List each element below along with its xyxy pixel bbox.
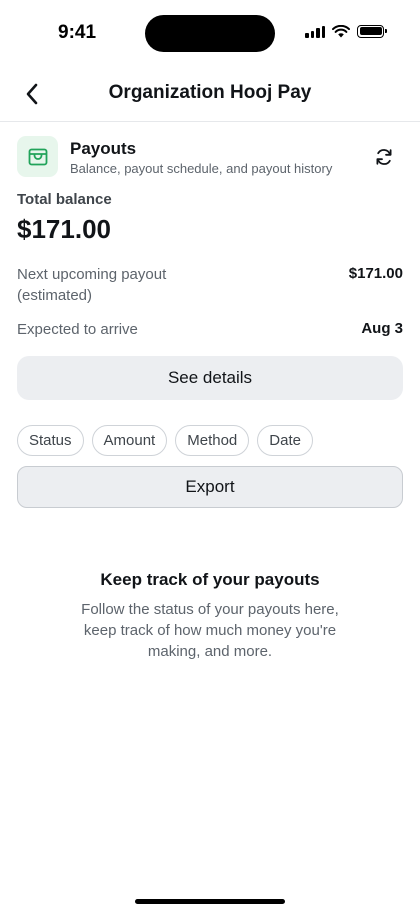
wifi-icon (332, 24, 350, 37)
page-title: Organization Hooj Pay (108, 82, 312, 103)
see-details-button[interactable]: See details (17, 356, 403, 400)
next-payout-value: $171.00 (348, 265, 403, 282)
expected-arrival-value: Aug 3 (361, 320, 403, 337)
dynamic-island (145, 15, 275, 52)
payouts-subtitle: Balance, payout schedule, and payout his… (70, 161, 333, 176)
total-balance-label: Total balance (17, 191, 112, 208)
battery-icon (357, 24, 387, 38)
empty-state-title: Keep track of your payouts (100, 570, 320, 589)
expected-arrival-label: Expected to arrive (17, 321, 138, 338)
cellular-signal-icon (305, 24, 325, 38)
filter-chip-method[interactable]: Method (175, 425, 250, 456)
payouts-title: Payouts (70, 139, 137, 158)
filter-chip-date[interactable]: Date (257, 425, 313, 456)
next-payout-label-line2: (estimated) (17, 287, 93, 304)
total-balance-value: $171.00 (17, 214, 111, 244)
refresh-button[interactable] (371, 144, 397, 170)
payouts-header: Payouts Balance, payout schedule, and pa… (17, 136, 403, 178)
status-bar: 9:41 (0, 0, 420, 66)
payouts-icon-tile (17, 136, 58, 177)
next-payout-label: Next upcoming payout (estimated) (17, 264, 166, 306)
home-indicator[interactable] (135, 899, 285, 904)
status-time: 9:41 (58, 22, 97, 43)
next-payout-label-line1: Next upcoming payout (17, 266, 167, 283)
nav-bar: Organization Hooj Pay (0, 66, 420, 122)
export-button[interactable]: Export (17, 466, 403, 508)
filter-chips: Status Amount Method Date (17, 425, 313, 456)
filter-chip-amount[interactable]: Amount (91, 425, 168, 456)
wallet-icon (28, 148, 47, 165)
refresh-icon (376, 149, 392, 165)
filter-chip-status[interactable]: Status (17, 425, 84, 456)
empty-state-body: Follow the status of your payouts here, … (81, 601, 339, 660)
status-icons (305, 24, 387, 38)
